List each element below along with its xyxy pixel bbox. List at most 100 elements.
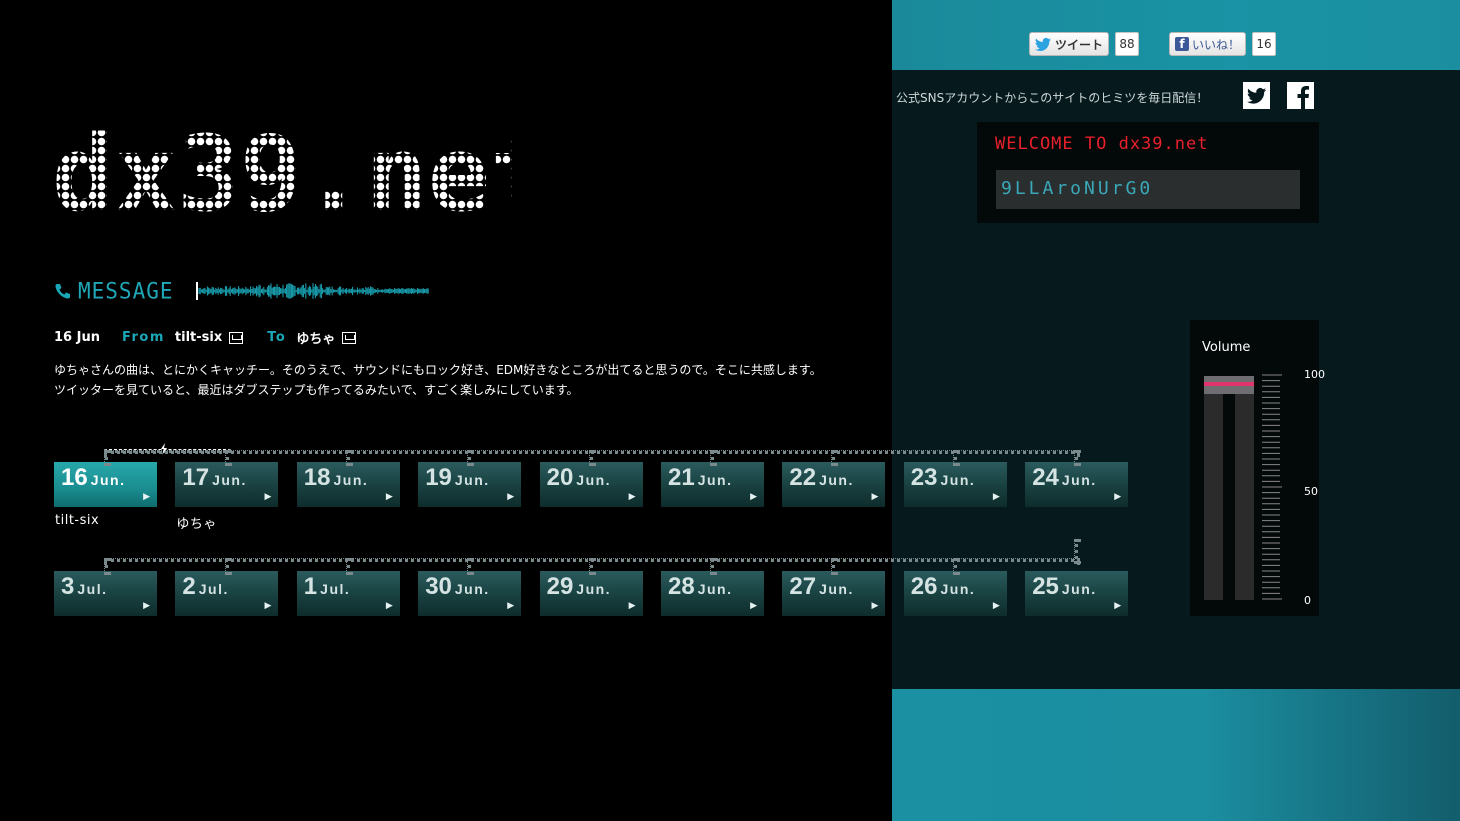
volume-title: Volume xyxy=(1202,340,1251,355)
date-day: 23 Jun. xyxy=(911,464,975,492)
date-month: Jun. xyxy=(1061,581,1097,597)
date-tile[interactable]: 18 Jun. ▶ xyxy=(296,462,400,507)
date-day: 18 Jun. xyxy=(304,464,368,492)
timeline-tick xyxy=(346,558,350,575)
date-number: 30 xyxy=(425,573,452,600)
play-arrow-icon: ▶ xyxy=(750,601,757,611)
timeline-tick xyxy=(953,558,957,575)
date-tile[interactable]: 20 Jun. ▶ xyxy=(539,462,643,507)
date-month: Jul. xyxy=(320,581,351,597)
date-tile[interactable]: 19 Jun. ▶ xyxy=(418,462,522,507)
message-line: ゆちゃさんの曲は、とにかくキャッチー。そのうえで、サウンドにもロック好き、EDM… xyxy=(54,363,822,377)
date-tile[interactable]: 24 Jun. ▶ xyxy=(1025,462,1129,507)
volume-track-right[interactable] xyxy=(1235,376,1254,600)
volume-slider-handle[interactable] xyxy=(1204,375,1254,394)
date-tile[interactable]: 16 Jun. ▶ xyxy=(54,462,157,507)
play-arrow-icon: ▶ xyxy=(628,601,636,611)
tweet-label: ツイート xyxy=(1055,37,1104,52)
date-tile[interactable]: 25 Jun. ▶ xyxy=(1025,571,1129,616)
date-tile[interactable]: 29 Jun. ▶ xyxy=(539,571,643,616)
play-arrow-icon: ▶ xyxy=(1114,601,1122,611)
message-body: ゆちゃさんの曲は、とにかくキャッチー。そのうえで、サウンドにもロック好き、EDM… xyxy=(54,360,884,400)
date-month: Jun. xyxy=(576,472,612,488)
date-number: 18 xyxy=(303,464,331,491)
timeline-tick xyxy=(467,558,471,575)
timeline-tick xyxy=(589,450,593,466)
timeline-tick xyxy=(104,558,108,575)
date-month: Jun. xyxy=(90,472,126,488)
date-caption: tilt-six xyxy=(55,513,100,528)
date-number: 2 xyxy=(182,573,196,600)
play-arrow-icon: ▶ xyxy=(871,492,879,502)
date-tile[interactable]: 28 Jun. ▶ xyxy=(661,571,764,616)
like-count: 16 xyxy=(1252,32,1277,56)
play-arrow-icon: ▶ xyxy=(385,601,393,611)
site-logo[interactable]: dx39.net xyxy=(52,128,512,218)
tweet-share: ツイート 88 xyxy=(1029,31,1140,57)
date-tile[interactable]: 27 Jun. ▶ xyxy=(782,571,886,616)
date-day: 22 Jun. xyxy=(789,464,853,492)
date-number: 16 xyxy=(61,464,88,491)
timeline-tick xyxy=(104,450,108,466)
mail-icon[interactable] xyxy=(229,331,244,344)
message-label: MESSAGE xyxy=(78,278,174,304)
like-share: f いいね！ 16 xyxy=(1169,31,1277,57)
date-day: 24 Jun. xyxy=(1032,464,1096,492)
date-month: Jun. xyxy=(697,472,733,488)
date-tile[interactable]: 21 Jun. ▶ xyxy=(661,462,764,507)
play-arrow-icon: ▶ xyxy=(628,492,636,502)
timeline-tick xyxy=(225,450,229,466)
date-tile[interactable]: 30 Jun. ▶ xyxy=(418,571,522,616)
play-arrow-icon: ▶ xyxy=(871,601,879,611)
date-tile[interactable]: 2 Jul. ▶ xyxy=(175,571,279,616)
date-tile[interactable]: 1 Jul. ▶ xyxy=(296,571,400,616)
timeline-tick xyxy=(589,558,593,575)
volume-scale xyxy=(1262,374,1282,600)
date-tile[interactable]: 23 Jun. ▶ xyxy=(903,462,1007,507)
to-name[interactable]: ゆちゃ xyxy=(296,328,335,347)
ticker-title: WELCOME TO dx39.net xyxy=(995,134,1209,154)
from-name[interactable]: tilt-six xyxy=(175,330,222,345)
date-number: 17 xyxy=(182,464,210,491)
volume-max: 100 xyxy=(1304,368,1325,381)
date-tile[interactable]: 3 Jul. ▶ xyxy=(54,571,157,616)
date-month: Jun. xyxy=(940,472,976,488)
timeline-tick xyxy=(953,450,957,466)
to-label: To xyxy=(267,330,287,345)
play-arrow-icon: ▶ xyxy=(507,601,515,611)
timeline-tick xyxy=(831,450,835,466)
message-line: ツイッターを見ていると、最近はダブステップも作ってるみたいで、すごく楽しみにして… xyxy=(54,383,579,397)
date-month: Jun. xyxy=(1061,472,1097,488)
date-month: Jun. xyxy=(454,472,490,488)
tweet-button[interactable]: ツイート xyxy=(1029,32,1110,56)
date-tile[interactable]: 17 Jun. ▶ xyxy=(175,462,279,507)
date-number: 20 xyxy=(546,464,574,491)
date-month: Jun. xyxy=(454,581,490,597)
date-tile[interactable]: 22 Jun. ▶ xyxy=(782,462,886,507)
date-day: 19 Jun. xyxy=(425,464,489,492)
sns-promo-text: 公式SNSアカウントからこのサイトのヒミツを毎日配信！ xyxy=(896,91,1209,105)
date-tile[interactable]: 26 Jun. ▶ xyxy=(903,571,1007,616)
date-day: 17 Jun. xyxy=(182,464,246,492)
date-month: Jun. xyxy=(940,581,976,597)
like-button[interactable]: f いいね！ xyxy=(1169,32,1247,56)
date-month: Jun. xyxy=(819,472,854,488)
twitter-follow-icon[interactable] xyxy=(1243,82,1270,109)
facebook-follow-icon[interactable] xyxy=(1287,82,1314,109)
date-month: Jun. xyxy=(697,581,733,597)
date-number: 19 xyxy=(425,464,452,491)
timeline-tick xyxy=(225,558,229,575)
date-number: 23 xyxy=(910,464,938,491)
date-month: Jun. xyxy=(819,581,854,597)
timeline-tick xyxy=(831,558,835,575)
date-day: 20 Jun. xyxy=(547,464,611,492)
volume-min: 0 xyxy=(1304,594,1311,607)
mail-icon[interactable] xyxy=(342,331,357,344)
like-label: いいね！ xyxy=(1192,37,1241,52)
volume-track-left[interactable] xyxy=(1204,376,1223,600)
date-day: 30 Jun. xyxy=(425,573,489,601)
timeline-tick xyxy=(346,450,350,466)
date-month: Jul. xyxy=(198,581,229,597)
audio-waveform[interactable] xyxy=(195,280,431,302)
timeline-tick xyxy=(710,558,714,575)
